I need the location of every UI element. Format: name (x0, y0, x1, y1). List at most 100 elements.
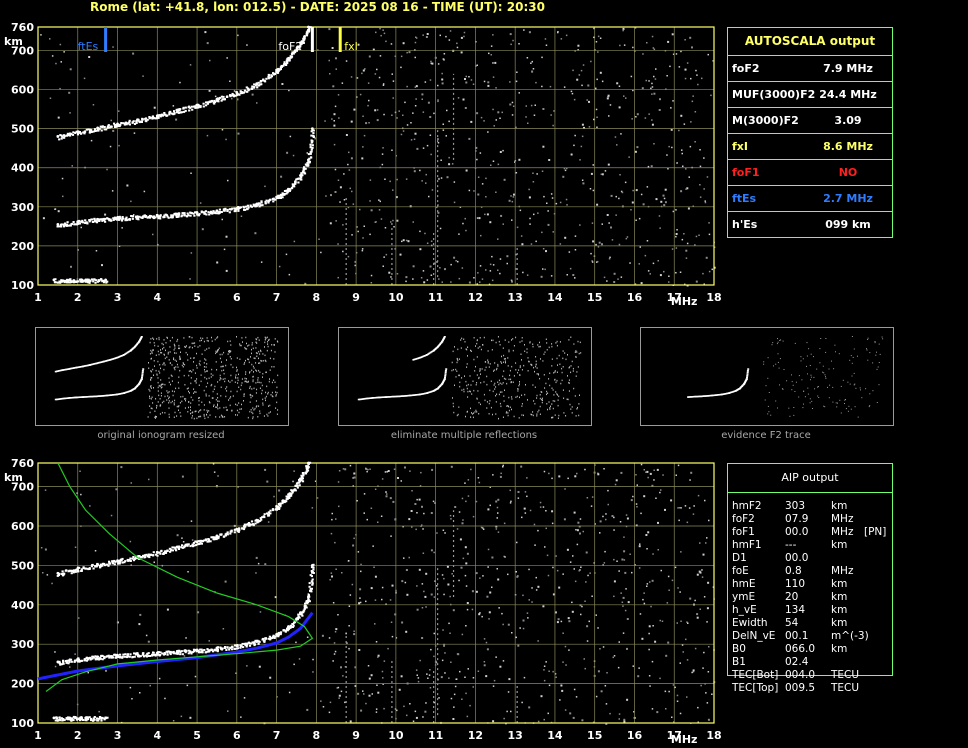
aip-title: AIP output (728, 464, 892, 493)
aip-cell: 54 (785, 617, 799, 629)
echo-point (215, 646, 219, 650)
aip-rows: hmF2 303 km foF2 07.9 MHz foF1 00.0 MHz [PN] hmF1 -… (732, 500, 932, 695)
x-tick-label: 8 (313, 729, 321, 742)
aip-row: foE 0.8 MHz (732, 565, 932, 578)
autoscala-value: 8.6 MHz (823, 140, 873, 153)
y-tick-label: 500 (11, 559, 34, 572)
autoscala-label: M(3000)F2 (732, 114, 799, 127)
aip-cell: Ewidth (732, 617, 768, 629)
aip-cell: TECU (831, 669, 860, 681)
echo-point (195, 648, 199, 652)
thumbnail-trace (357, 336, 582, 420)
thumbnail-eliminate (338, 327, 592, 426)
autoscala-label: h'Es (732, 218, 758, 231)
autoscala-value: 7.9 MHz (823, 62, 873, 75)
aip-cell: B1 (732, 656, 746, 668)
y-unit-label: km (4, 471, 23, 484)
thumbnail-trace (687, 336, 884, 418)
echo-point (155, 551, 159, 554)
autoscala-row: M(3000)F2 3.09 (728, 108, 892, 134)
aip-row: h_vE 134 km (732, 604, 932, 617)
autoscala-value: NO (838, 166, 858, 179)
echo-point (195, 540, 199, 544)
grid (37, 462, 715, 724)
aip-cell: foF1 (732, 526, 755, 538)
y-tick-label: 300 (11, 638, 34, 651)
aip-cell: hmF1 (732, 539, 762, 551)
autoscala-row: MUF(3000)F2 24.4 MHz (728, 82, 892, 108)
autoscala-label: foF1 (732, 166, 760, 179)
aip-cell: m^(-3) (831, 630, 869, 642)
x-tick-label: 16 (627, 729, 643, 742)
autoscala-value: 2.7 MHz (823, 192, 873, 205)
echo-point (310, 564, 314, 567)
aip-cell: km (831, 539, 848, 551)
echo-point (287, 493, 290, 496)
x-tick-label: 2 (74, 729, 82, 742)
caption-evidence: evidence F2 trace (721, 430, 811, 441)
echo-point (287, 625, 290, 628)
echo-point (155, 651, 159, 655)
echo-point (235, 644, 239, 648)
autoscala-value: 099 km (825, 218, 871, 231)
aip-cell: TECU (831, 682, 860, 694)
aip-cell: B0 (732, 643, 746, 655)
aip-cell: hmF2 (732, 500, 762, 512)
autoscala-label: ftEs (732, 192, 757, 205)
aip-cell: 00.0 (785, 526, 809, 538)
aip-cell: MHz (831, 526, 854, 538)
autoscala-label: foF2 (732, 62, 760, 75)
echo-point (56, 660, 60, 664)
echo-point (84, 716, 88, 720)
autoscala-label: fxI (732, 140, 748, 153)
aip-cell: TEC[Top] (732, 682, 779, 694)
true-height-profile (37, 611, 314, 681)
thumbnail-original (35, 327, 289, 426)
autoscala-value: 3.09 (834, 114, 862, 127)
aip-cell: MHz (831, 565, 854, 577)
echo-point (56, 571, 60, 575)
aip-cell: hmE (732, 578, 756, 590)
aip-row: D1 00.0 (732, 552, 932, 565)
y-tick-label: 200 (11, 678, 34, 691)
aip-cell: 066.0 (785, 643, 816, 655)
echo-point (275, 504, 278, 508)
aip-cell: 134 (785, 604, 806, 616)
echo-point (307, 461, 310, 465)
x-tick-label: 10 (388, 729, 404, 742)
aip-cell: km (831, 643, 848, 655)
aip-row: hmE 110 km (732, 578, 932, 591)
aip-cell: D1 (732, 552, 747, 564)
echo-point (255, 640, 259, 643)
x-unit-label: MHz (671, 733, 698, 746)
y-tick-label: 760 (11, 457, 34, 470)
aip-cell: 00.1 (785, 630, 809, 642)
x-tick-label: 15 (587, 729, 602, 742)
aip-row: Ewidth 54 km (732, 617, 932, 630)
aip-row: TEC[Bot] 004.0 TECU (732, 669, 932, 682)
autoscala-title: AUTOSCALA output (728, 28, 892, 56)
echo-point (175, 545, 179, 549)
x-tick-label: 13 (508, 729, 523, 742)
aip-row: TEC[Top] 009.5 TECU (732, 682, 932, 695)
aip-row: hmF1 --- km (732, 539, 932, 552)
autoscala-table: AUTOSCALA output foF2 7.9 MHz MUF(3000)F2… (727, 27, 893, 238)
x-tick-label: 14 (547, 729, 563, 742)
aip-cell: 00.0 (785, 552, 809, 564)
x-tick-label: 7 (273, 729, 281, 742)
x-tick-label: 5 (193, 729, 201, 742)
autoscala-value: 24.4 MHz (819, 88, 877, 101)
echo-point (255, 518, 259, 522)
aip-cell: 009.5 (785, 682, 816, 694)
echo-point (52, 716, 56, 720)
echo-point (299, 477, 302, 481)
aip-cell: 20 (785, 591, 799, 603)
aip-cell: 02.4 (785, 656, 809, 668)
aip-cell: --- (785, 539, 797, 551)
autoscala-row: ftEs 2.7 MHz (728, 186, 892, 212)
aip-cell: DelN_vE (732, 630, 776, 642)
x-tick-label: 1 (34, 729, 42, 742)
echo-point (116, 559, 119, 563)
autoscala-row: foF1 NO (728, 160, 892, 186)
x-tick-label: 3 (114, 729, 122, 742)
